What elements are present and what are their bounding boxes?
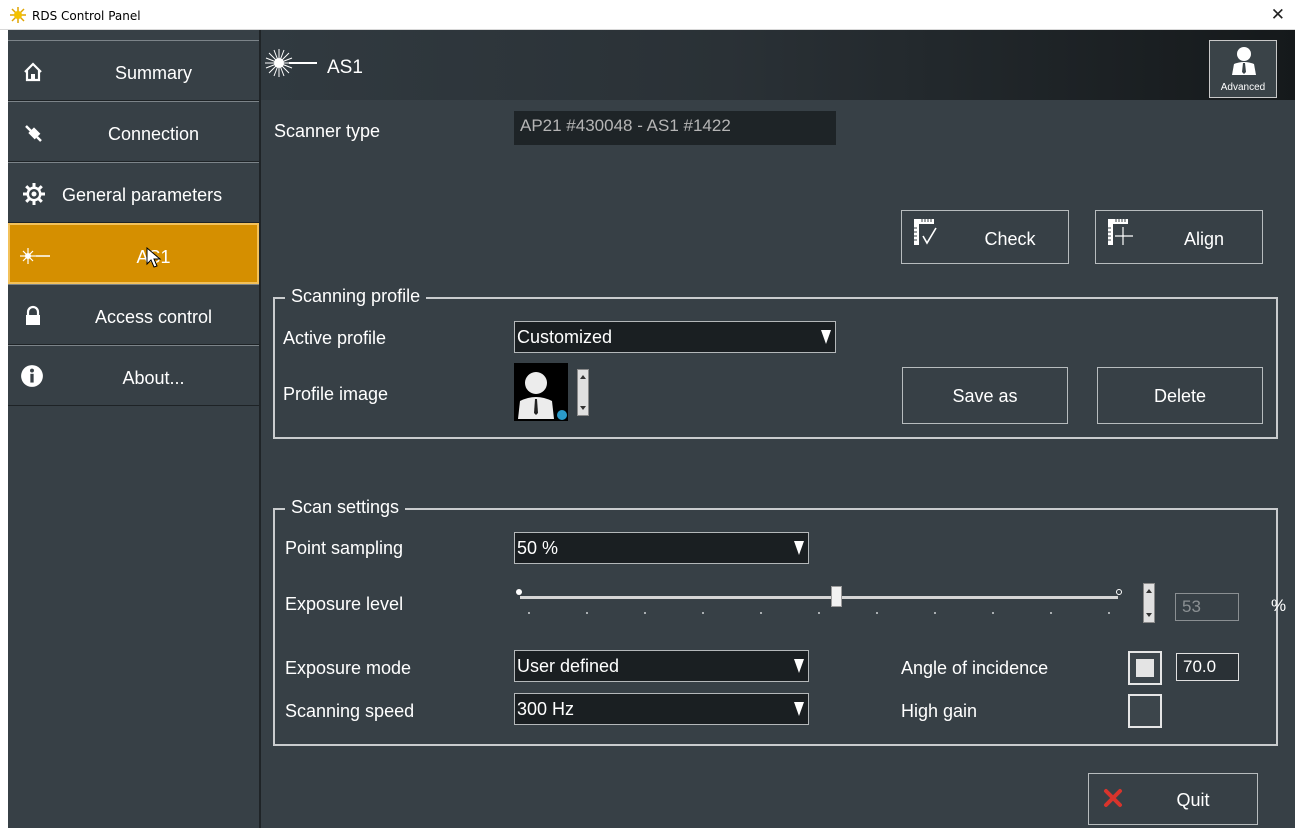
exposure-mode-label: Exposure mode xyxy=(285,658,412,678)
slider-tick xyxy=(586,612,588,614)
arrow-up-icon xyxy=(1146,589,1152,593)
chevron-down-icon xyxy=(794,541,804,555)
delete-button[interactable]: Delete xyxy=(1097,367,1263,424)
profile-image-label: Profile image xyxy=(283,384,389,404)
exposure-mode-select[interactable]: User defined xyxy=(514,650,809,682)
high-gain-label: High gain xyxy=(901,701,978,721)
exposure-spinner[interactable] xyxy=(1143,583,1155,623)
info-icon xyxy=(21,365,43,387)
sidebar-item-label: General parameters xyxy=(62,185,223,205)
point-sampling-value: 50 % xyxy=(517,538,559,558)
slider-tick xyxy=(644,612,646,614)
exposure-unit: % xyxy=(1271,596,1287,615)
sidebar-item-about[interactable]: About... xyxy=(8,345,259,406)
slider-tick xyxy=(992,612,994,614)
sidebar-item-label: Connection xyxy=(107,124,200,144)
advanced-button[interactable]: Advanced xyxy=(1209,40,1277,98)
sidebar-item-label: About... xyxy=(122,368,185,388)
laser-icon xyxy=(265,49,317,77)
angle-of-incidence-checkbox[interactable] xyxy=(1128,651,1162,685)
slider-tick xyxy=(760,612,762,614)
angle-of-incidence-label: Angle of incidence xyxy=(901,658,1049,678)
laser-icon xyxy=(20,248,50,264)
chevron-down-icon xyxy=(794,702,804,716)
main-panel: AS1 Advanced Scanner type AP21 #430048 -… xyxy=(261,30,1295,828)
arrow-down-icon xyxy=(1146,613,1152,617)
slider-tick xyxy=(1050,612,1052,614)
slider-tick xyxy=(876,612,878,614)
scanner-type-value: AP21 #430048 - AS1 #1422 xyxy=(514,111,836,145)
sidebar-item-label: Access control xyxy=(94,307,213,327)
close-icon xyxy=(1104,789,1122,807)
ruler-align-icon xyxy=(1108,219,1133,245)
align-label: Align xyxy=(1183,229,1225,249)
plug-icon xyxy=(25,125,42,142)
sidebar-item-general-parameters[interactable]: General parameters xyxy=(8,162,259,223)
check-button[interactable]: Check xyxy=(901,210,1069,264)
advanced-label: Advanced xyxy=(1220,82,1266,93)
user-icon xyxy=(1232,47,1256,75)
check-label: Check xyxy=(984,229,1036,249)
app-sun-icon xyxy=(10,7,26,23)
page-header: AS1 Advanced xyxy=(261,30,1295,100)
scanner-type-label: Scanner type xyxy=(274,121,381,141)
scan-settings-legend: Scan settings xyxy=(285,497,406,518)
sidebar-item-access-control[interactable]: Access control xyxy=(8,284,259,345)
quit-button[interactable]: Quit xyxy=(1088,773,1258,825)
slider-tick xyxy=(528,612,530,614)
window-title: RDS Control Panel xyxy=(32,9,141,23)
sidebar-item-connection[interactable]: Connection xyxy=(8,101,259,162)
mouse-cursor-icon xyxy=(146,247,162,268)
active-profile-value: Customized xyxy=(517,327,613,347)
chevron-down-icon xyxy=(794,659,804,673)
quit-label: Quit xyxy=(1176,790,1210,810)
slider-max-dot xyxy=(1116,589,1122,595)
checkbox-fill xyxy=(1136,659,1154,677)
chevron-down-icon xyxy=(821,330,831,344)
profile-image-spinner[interactable] xyxy=(577,369,589,416)
slider-track xyxy=(520,596,1118,599)
scanning-speed-select[interactable]: 300 Hz xyxy=(514,693,809,725)
slider-min-dot xyxy=(516,589,522,595)
slider-tick xyxy=(702,612,704,614)
arrow-up-icon xyxy=(580,375,586,379)
gear-icon xyxy=(23,183,45,205)
scanning-speed-label: Scanning speed xyxy=(285,701,415,721)
scanning-profile-legend: Scanning profile xyxy=(285,286,427,307)
title-bar: RDS Control Panel ✕ xyxy=(0,0,1295,30)
sidebar-item-summary[interactable]: Summary xyxy=(8,40,259,101)
save-as-label: Save as xyxy=(952,386,1018,406)
slider-tick xyxy=(934,612,936,614)
lock-icon xyxy=(26,305,40,325)
scanning-speed-value: 300 Hz xyxy=(517,699,575,719)
angle-of-incidence-input[interactable]: 70.0 xyxy=(1176,653,1239,681)
point-sampling-label: Point sampling xyxy=(285,538,404,558)
sidebar-item-as1[interactable]: AS1 xyxy=(8,223,259,284)
home-icon xyxy=(24,62,42,82)
sidebar: Summary Connection General parameters Ac… xyxy=(0,30,261,828)
high-gain-checkbox[interactable] xyxy=(1128,694,1162,728)
sidebar-item-label: Summary xyxy=(114,63,192,83)
align-button[interactable]: Align xyxy=(1095,210,1263,264)
active-profile-label: Active profile xyxy=(283,328,387,348)
active-profile-select[interactable]: Customized xyxy=(514,321,836,353)
ruler-check-icon xyxy=(914,219,937,245)
exposure-level-input[interactable]: 53 xyxy=(1175,593,1239,621)
slider-tick xyxy=(1108,612,1110,614)
point-sampling-select[interactable]: 50 % xyxy=(514,532,809,564)
close-icon[interactable]: ✕ xyxy=(1271,5,1285,25)
profile-image-thumbnail xyxy=(514,363,568,421)
arrow-down-icon xyxy=(580,406,586,410)
slider-thumb[interactable] xyxy=(830,586,842,607)
save-as-button[interactable]: Save as xyxy=(902,367,1068,424)
slider-tick xyxy=(818,612,820,614)
delete-label: Delete xyxy=(1153,386,1207,406)
page-title: AS1 xyxy=(327,57,363,78)
exposure-level-label: Exposure level xyxy=(285,594,404,614)
exposure-mode-value: User defined xyxy=(517,656,620,676)
